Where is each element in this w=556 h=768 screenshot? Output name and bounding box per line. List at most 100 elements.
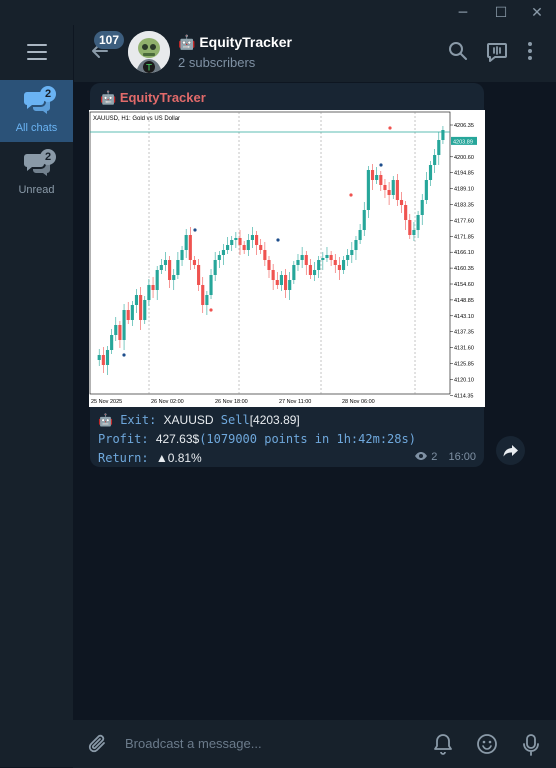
candle-body (312, 270, 317, 275)
candle-body (217, 255, 221, 260)
candle-body (176, 260, 180, 275)
candle-body (159, 265, 163, 270)
candle-body (304, 255, 308, 265)
message-composer: Broadcast a message... (73, 719, 556, 768)
candle-body (358, 230, 362, 240)
candle-body (408, 220, 412, 235)
trade-marker (349, 193, 353, 197)
candle-body (404, 205, 408, 220)
forward-button[interactable] (496, 436, 525, 465)
folder-unread[interactable]: 2 Unread (0, 142, 73, 204)
price-axis-label: 4154.60 (454, 282, 474, 288)
candle-body (118, 325, 122, 340)
menu-icon[interactable] (27, 44, 47, 60)
trade-marker (193, 228, 197, 232)
return-label: Return: (98, 451, 149, 465)
candle-body (180, 250, 184, 260)
price-axis-label: 4160.35 (454, 266, 474, 272)
emoji-icon[interactable] (476, 733, 498, 755)
price-axis-label: 4137.35 (454, 330, 474, 336)
voice-chat-icon[interactable] (486, 41, 508, 63)
price-axis-label: 4120.10 (454, 377, 474, 383)
message-bubble[interactable]: 🤖 EquityTracker XAUUSD, H1: Gold vs US D… (89, 83, 485, 467)
candle-body (143, 300, 147, 320)
message-time: 16:00 (448, 451, 476, 463)
minimize-button[interactable]: ─ (453, 3, 473, 23)
close-button[interactable]: ✕ (527, 3, 547, 23)
message-sender[interactable]: 🤖 EquityTracker (100, 90, 206, 106)
maximize-button[interactable]: ☐ (491, 3, 511, 23)
date-axis-label: 28 Nov 06:00 (342, 399, 375, 405)
candle-body (242, 245, 246, 250)
microphone-icon[interactable] (522, 733, 540, 757)
candle-body (105, 350, 110, 365)
price-axis-label: 4177.60 (454, 218, 474, 224)
folder-badge: 2 (40, 149, 56, 165)
date-axis-label: 26 Nov 18:00 (215, 399, 248, 405)
profit-value: 427.63$ (155, 432, 200, 446)
broadcast-message-input[interactable]: Broadcast a message... (125, 736, 262, 751)
candle-body (317, 260, 321, 270)
forward-arrow-icon (503, 445, 518, 457)
price-axis-label: 4194.85 (454, 171, 474, 177)
candle-body (271, 270, 275, 280)
price-chart: XAUUSD, H1: Gold vs US Dollar 4206.35 420… (89, 110, 485, 407)
candle-body (433, 155, 437, 165)
folder-label: All chats (15, 122, 58, 134)
candle-body (259, 245, 263, 250)
candle-body (366, 170, 370, 210)
more-vertical-icon[interactable] (526, 41, 534, 61)
notification-bell-icon[interactable] (433, 733, 453, 755)
search-icon[interactable] (448, 41, 468, 61)
candle-body (391, 180, 395, 195)
price-axis-label: 4143.10 (454, 314, 474, 320)
candle-body (437, 140, 441, 155)
price-axis-label: 4125.85 (454, 362, 474, 368)
candle-body (110, 335, 114, 350)
candle-body (163, 260, 168, 265)
candle-body (279, 275, 283, 285)
candle-body (350, 250, 354, 255)
sender-name: EquityTracker (119, 90, 206, 105)
trade-marker (276, 238, 280, 242)
trade-marker (379, 163, 383, 167)
channel-title[interactable]: 🤖 EquityTracker (178, 34, 292, 51)
candle-body (130, 305, 134, 320)
candle-body (267, 260, 271, 270)
robot-icon: 🤖 (178, 34, 196, 50)
date-axis-label: 25 Nov 2025 (91, 399, 122, 405)
exit-label: Exit: (120, 413, 157, 427)
folder-sidebar: 2 All chats 2 Unread (0, 25, 73, 767)
candle-body (428, 165, 433, 180)
price-axis-label: 4200.60 (454, 155, 474, 161)
exit-side: Sell (220, 413, 250, 427)
chart-screenshot-image[interactable]: XAUUSD, H1: Gold vs US Dollar 4206.35 420… (89, 110, 485, 407)
candle-body (346, 255, 350, 260)
trade-marker (122, 353, 126, 357)
channel-avatar[interactable]: T (128, 31, 170, 73)
candle-body (139, 295, 143, 320)
folder-all-chats[interactable]: 2 All chats (0, 80, 73, 142)
channel-name: EquityTracker (199, 34, 292, 50)
profit-line: Profit: 427.63$(1079000 points in 1h:42m… (98, 432, 416, 446)
attach-paperclip-icon[interactable] (87, 733, 109, 755)
chat-header: 107 T 🤖 EquityTracker 2 subscribers (73, 25, 556, 82)
candle-body (168, 260, 172, 280)
price-axis-label: 4189.10 (454, 187, 474, 193)
candle-body (184, 235, 188, 250)
candle-body (412, 230, 416, 235)
candle-body (354, 240, 358, 250)
candle-body (375, 175, 379, 180)
unread-count-badge: 107 (94, 31, 125, 49)
candle-body (250, 235, 255, 240)
candle-body (283, 275, 288, 290)
trade-marker (388, 126, 392, 130)
candle-body (292, 265, 296, 280)
candle-body (337, 265, 341, 270)
date-axis-label: 26 Nov 02:00 (151, 399, 184, 405)
candle-body (134, 295, 139, 305)
candle-body (122, 310, 126, 340)
candle-body (238, 238, 242, 245)
candle-body (416, 215, 420, 230)
candle-body (420, 200, 424, 215)
